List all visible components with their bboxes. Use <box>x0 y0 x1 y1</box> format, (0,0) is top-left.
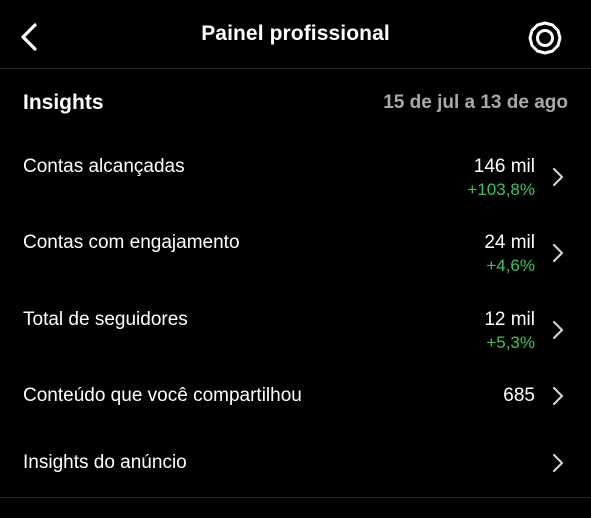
chevron-right-icon <box>549 242 567 264</box>
list-item-accounts-engaged[interactable]: Contas com engajamento 24 mil +4,6% <box>0 226 591 282</box>
chevron-right-icon <box>549 452 567 474</box>
list-item-accounts-reached[interactable]: Contas alcançadas 146 mil +103,8% <box>0 150 591 206</box>
insights-heading: Insights <box>23 91 104 114</box>
gear-icon <box>528 21 562 55</box>
settings-button[interactable] <box>527 20 563 56</box>
row-change: +103,8% <box>467 180 535 199</box>
list-item-ad-insights[interactable]: Insights do anúncio <box>0 446 591 480</box>
chevron-right-icon <box>549 385 567 407</box>
date-range[interactable]: 15 de jul a 13 de ago <box>383 92 568 114</box>
row-label: Conteúdo que você compartilhou <box>23 385 302 406</box>
row-label: Total de seguidores <box>23 309 188 330</box>
row-value: 685 <box>503 385 535 406</box>
page-title: Painel profissional <box>201 22 390 45</box>
chevron-right-icon <box>549 319 567 341</box>
top-bar: Painel profissional <box>0 0 591 69</box>
row-value: 12 mil <box>484 309 535 330</box>
row-value: 146 mil <box>473 156 535 177</box>
list-item-content-shared[interactable]: Conteúdo que você compartilhou 685 <box>0 380 591 414</box>
row-change: +4,6% <box>486 256 535 275</box>
list-item-total-followers[interactable]: Total de seguidores 12 mil +5,3% <box>0 303 591 359</box>
row-label: Contas com engajamento <box>23 232 240 253</box>
divider <box>0 497 591 498</box>
row-label: Insights do anúncio <box>23 452 187 473</box>
row-change: +5,3% <box>486 333 535 352</box>
row-label: Contas alcançadas <box>23 156 185 177</box>
chevron-right-icon <box>549 166 567 188</box>
row-value: 24 mil <box>484 232 535 253</box>
